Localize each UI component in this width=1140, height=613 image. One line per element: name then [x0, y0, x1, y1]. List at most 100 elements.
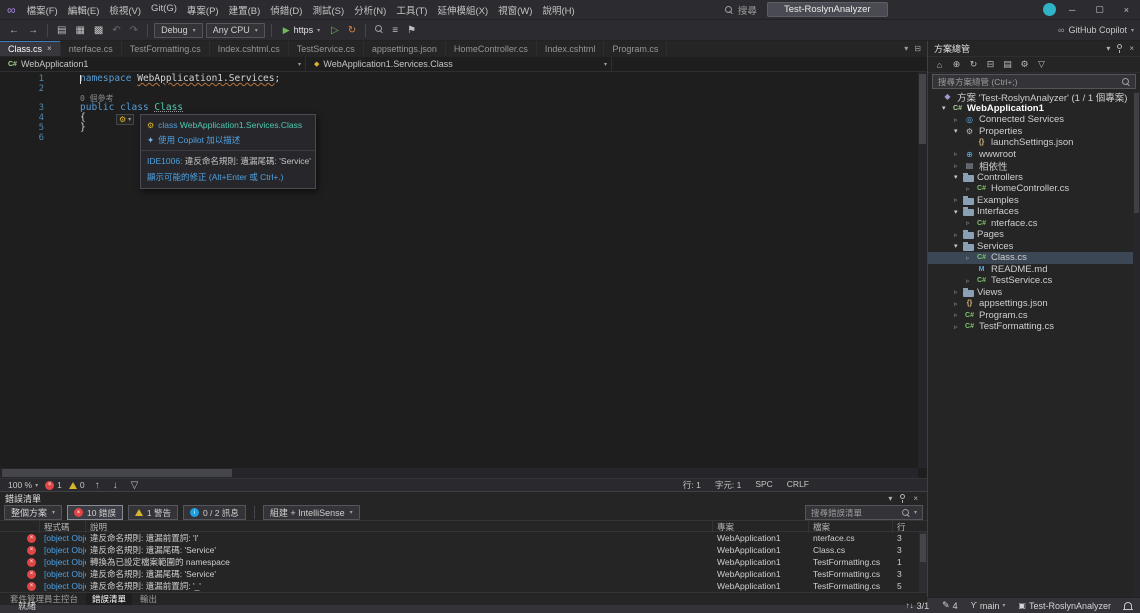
start-without-debugging-icon[interactable]: ▷ [328, 24, 342, 37]
tree-item[interactable]: Program.cs [928, 310, 1140, 322]
start-debugging-button[interactable]: ▶ https ▾ [278, 22, 325, 38]
column-indicator[interactable]: 字元: 1 [715, 479, 741, 491]
find-in-files-icon[interactable] [372, 24, 386, 37]
window-position-chevron-icon[interactable]: ▾ [1106, 44, 1110, 53]
tree-item[interactable]: Pages [928, 229, 1140, 241]
pin-icon[interactable] [900, 494, 905, 499]
properties-icon[interactable]: ⚙ [1017, 58, 1032, 71]
pin-icon[interactable] [1117, 44, 1122, 49]
pending-edits[interactable]: ✎ 4 [942, 600, 958, 611]
save-icon[interactable]: ▦ [72, 24, 87, 37]
minimize-button[interactable]: ─ [1062, 4, 1082, 16]
code-editor[interactable]: 1 namespace WebApplication1.Services; 2 … [0, 72, 927, 478]
menu-item[interactable]: 說明(H) [537, 1, 579, 19]
tree-item[interactable]: Class.cs [928, 252, 1140, 264]
expand-arrow-icon[interactable] [954, 300, 963, 308]
configuration-dropdown[interactable]: Debug▾ [154, 23, 203, 38]
messages-filter-button[interactable]: i0 / 2 訊息 [183, 505, 246, 520]
document-tab[interactable]: TestService.cs × [289, 41, 364, 56]
expand-arrow-icon[interactable] [954, 323, 963, 331]
close-button[interactable]: × [1117, 4, 1136, 16]
expand-arrow-icon[interactable] [954, 150, 963, 158]
tree-item[interactable]: README.md [928, 264, 1140, 276]
sync-with-active-document-icon[interactable]: ↻ [966, 58, 981, 71]
collapse-all-icon[interactable]: ⊟ [983, 58, 998, 71]
tree-item[interactable]: HomeController.cs [928, 183, 1140, 195]
menu-item[interactable]: 檔案(F) [22, 1, 63, 19]
document-tab[interactable]: nterface.cs × [61, 41, 122, 56]
expand-arrow-icon[interactable] [954, 231, 963, 239]
expand-arrow-icon[interactable] [966, 219, 975, 227]
redo-icon[interactable]: ↷ [127, 24, 141, 37]
menu-item[interactable]: 視窗(W) [493, 1, 537, 19]
expand-arrow-icon[interactable] [954, 288, 963, 296]
tree-item[interactable]: Controllers [928, 172, 1140, 184]
type-dropdown[interactable]: ◆ WebApplication1.Services.Class ▾ [306, 57, 612, 71]
zoom-dropdown[interactable]: 100 %▾ [8, 480, 38, 490]
git-sync-status[interactable]: ↑↓ 3/1 [906, 601, 930, 611]
error-row[interactable]: × [object Object] 違反命名規則: 遺漏前置詞: 'I' Web… [0, 532, 927, 544]
member-dropdown[interactable] [612, 57, 927, 71]
expand-arrow-icon[interactable] [954, 162, 963, 170]
navigate-back-icon[interactable]: ← [6, 24, 22, 37]
undo-icon[interactable]: ↶ [109, 24, 123, 37]
menu-item[interactable]: 檢視(V) [104, 1, 146, 19]
tree-item[interactable]: Connected Services [928, 114, 1140, 126]
scrollbar-thumb[interactable] [2, 469, 232, 477]
tree-item[interactable]: TestService.cs [928, 275, 1140, 287]
solution-explorer-search-input[interactable]: 搜尋方案總管 (Ctrl+;) [932, 74, 1136, 89]
tree-item[interactable]: WebApplication1 [928, 103, 1140, 115]
scrollbar-thumb[interactable] [919, 74, 926, 144]
show-fixes-link[interactable]: 顯示可能的修正 (Alt+Enter 或 Ctrl+.) [147, 171, 284, 183]
expand-arrow-icon[interactable] [966, 277, 975, 285]
document-tab[interactable]: Index.cshtml × [537, 41, 605, 56]
filter-icon[interactable]: ▽ [128, 479, 142, 492]
describe-with-copilot-link[interactable]: 使用 Copilot 加以描述 [158, 134, 240, 146]
menu-item[interactable]: 建置(B) [224, 1, 266, 19]
error-code-link[interactable]: [object Object] [40, 569, 86, 579]
line-ending-indicator[interactable]: CRLF [787, 479, 809, 491]
filter-icon[interactable]: ▽ [1034, 58, 1049, 71]
switch-views-icon[interactable]: ⊕ [949, 58, 964, 71]
menu-item[interactable]: 工具(T) [391, 1, 432, 19]
expand-arrow-icon[interactable] [954, 311, 963, 319]
document-tab[interactable]: appsettings.json × [364, 41, 446, 56]
document-tab[interactable]: Index.cshtml.cs × [210, 41, 289, 56]
errors-filter-button[interactable]: ×10 錯誤 [67, 505, 123, 520]
tree-item[interactable]: 相依性 [928, 160, 1140, 172]
error-code-link[interactable]: [object Object] [40, 545, 86, 555]
expand-arrow-icon[interactable] [954, 208, 963, 216]
error-list-search-input[interactable]: 搜尋錯誤清單 ▾ [805, 505, 923, 520]
horizontal-scrollbar[interactable] [0, 468, 918, 478]
menu-item[interactable]: 專案(P) [182, 1, 224, 19]
quick-search[interactable]: 搜尋 [725, 3, 757, 17]
error-row[interactable]: × [object Object] 違反命名規則: 遺漏前置詞: '_' Web… [0, 580, 927, 592]
menu-item[interactable]: 編輯(E) [63, 1, 105, 19]
document-tab[interactable]: Program.cs × [604, 41, 667, 56]
vertical-scrollbar[interactable] [1133, 91, 1140, 597]
close-icon[interactable]: × [47, 44, 52, 53]
home-icon[interactable]: ⌂ [932, 58, 947, 71]
expand-arrow-icon[interactable] [966, 254, 975, 262]
next-issue-icon[interactable]: ↓ [110, 479, 121, 492]
menu-item[interactable]: Git(G) [146, 1, 182, 19]
close-icon[interactable]: × [913, 494, 918, 503]
menu-item[interactable]: 測試(S) [307, 1, 349, 19]
menu-item[interactable]: 延伸模組(X) [432, 1, 493, 19]
user-avatar[interactable] [1043, 3, 1056, 16]
menu-item[interactable]: 分析(N) [349, 1, 391, 19]
github-copilot-button[interactable]: ∞ GitHub Copilot ▾ [1058, 25, 1134, 35]
error-code-link[interactable]: [object Object] [40, 581, 86, 591]
menu-item[interactable]: 偵錯(D) [265, 1, 307, 19]
indentation-indicator[interactable]: SPC [755, 479, 772, 491]
project-dropdown[interactable]: C# WebApplication1 ▾ [0, 57, 306, 71]
tree-item[interactable]: Properties [928, 126, 1140, 138]
quick-actions-button[interactable]: ⚙ ▾ [116, 114, 134, 125]
tree-item[interactable]: appsettings.json [928, 298, 1140, 310]
tree-item[interactable]: wwwroot [928, 149, 1140, 161]
bookmark-icon[interactable]: ⚑ [404, 24, 419, 37]
source-filter-dropdown[interactable]: 組建 + IntelliSense▾ [263, 505, 360, 520]
window-position-chevron-icon[interactable]: ▾ [888, 494, 892, 503]
show-all-files-icon[interactable]: ▤ [1000, 58, 1015, 71]
warning-indicator[interactable]: 0 [69, 480, 85, 490]
